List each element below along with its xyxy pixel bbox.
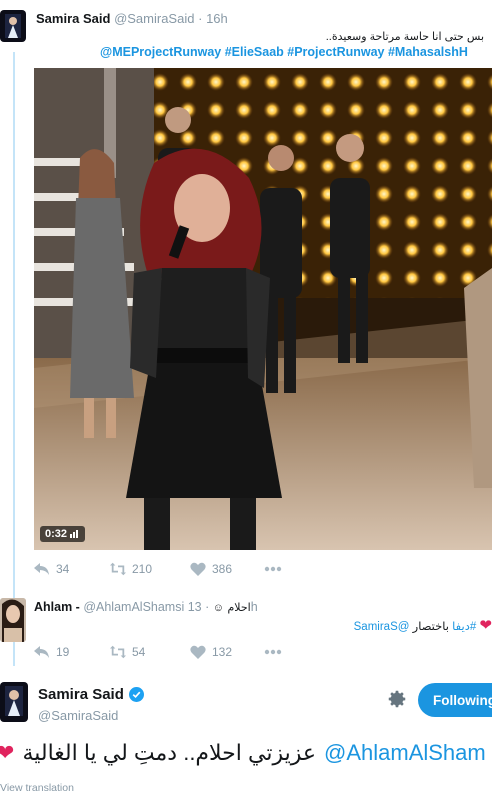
heart-icon: [190, 645, 206, 659]
like-button[interactable]: 386: [190, 562, 264, 576]
heart-emoji-icon: ❤: [479, 617, 492, 634]
like-button[interactable]: 132: [190, 645, 264, 659]
tweet-text: بس حتى انا حاسة مرتاحة وسعيدة..: [325, 31, 484, 43]
heart-emoji-icon: ❤: [0, 740, 15, 765]
separator-dot: ·: [198, 11, 203, 26]
tweet-header: Samira Said @SamiraSaid · 16h: [36, 11, 228, 26]
user-handle[interactable]: @AhlamAlShamsi: [83, 600, 184, 614]
reply-count: 34: [56, 562, 70, 576]
avatar[interactable]: [0, 10, 26, 42]
avatar[interactable]: [0, 682, 28, 722]
following-button[interactable]: Following: [418, 683, 492, 717]
volume-bars-icon: [70, 530, 79, 538]
tweet-header: Ahlam - @AhlamAlShamsi احلام ☺ · 13h: [34, 600, 258, 614]
verified-badge-icon: [128, 687, 144, 702]
video-duration: 0:32: [45, 528, 68, 540]
tweet-timestamp[interactable]: 16h: [206, 11, 228, 26]
emoji-icon: ☺: [212, 602, 225, 614]
retweet-count: 210: [132, 562, 153, 576]
retweet-button[interactable]: 210: [110, 562, 190, 576]
more-icon: [264, 649, 282, 655]
tweet-actions: 19 54 132: [34, 645, 282, 659]
display-name[interactable]: Samira Said: [38, 686, 124, 703]
like-count: 386: [212, 562, 233, 576]
tweet-text: ❤ #ديفا باختصار @SamiraS: [292, 616, 492, 634]
reply-button[interactable]: 34: [34, 562, 110, 576]
tweet-actions: 34 210 386: [34, 562, 282, 576]
reply-button[interactable]: 19: [34, 645, 110, 659]
more-icon: [264, 566, 282, 572]
retweet-count: 54: [132, 645, 146, 659]
more-button[interactable]: [264, 649, 282, 655]
mention-link[interactable]: @SamiraS: [354, 621, 410, 633]
display-name-arabic: احلام: [227, 602, 251, 614]
thread-line: [13, 52, 15, 666]
mention-link[interactable]: @AhlamAlSham: [324, 740, 486, 766]
video-duration-badge: 0:32: [40, 526, 86, 542]
like-count: 132: [212, 645, 233, 659]
user-handle[interactable]: @SamiraSaid: [38, 708, 118, 723]
more-button[interactable]: [264, 566, 282, 572]
reply-icon: [34, 646, 49, 658]
retweet-icon: [110, 562, 126, 576]
tweet-author: Samira Said: [38, 686, 144, 703]
tweet-video[interactable]: [34, 68, 492, 550]
retweet-button[interactable]: 54: [110, 645, 190, 659]
display-name[interactable]: Samira Said: [36, 11, 110, 26]
heart-icon: [190, 562, 206, 576]
reply-icon: [34, 563, 49, 575]
tweet-hashtags[interactable]: @MEProjectRunway #ElieSaab #ProjectRunwa…: [100, 45, 492, 59]
reply-count: 19: [56, 645, 70, 659]
view-translation-link[interactable]: View translation: [0, 782, 74, 794]
hashtag-link[interactable]: #ديفا: [452, 621, 476, 633]
separator-dot: ·: [205, 600, 210, 614]
tweet-text-arabic: باختصار: [412, 621, 449, 633]
gear-icon[interactable]: [386, 688, 408, 710]
retweet-icon: [110, 645, 126, 659]
tweet-text: ❤ عزيزتي احلام.. دمتِ لي يا الغالية @Ahl…: [0, 740, 492, 766]
tweet-text-arabic: عزيزتي احلام.. دمتِ لي يا الغالية: [22, 740, 316, 765]
avatar[interactable]: [0, 598, 26, 642]
user-handle[interactable]: @SamiraSaid: [114, 11, 194, 26]
display-name[interactable]: Ahlam -: [34, 600, 80, 614]
